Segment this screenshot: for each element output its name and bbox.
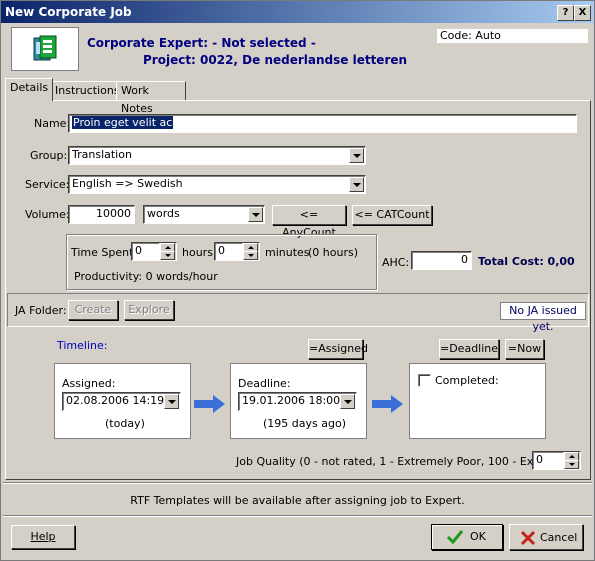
group-select[interactable]: Translation: [68, 146, 366, 165]
ok-button[interactable]: OK: [431, 524, 503, 550]
arrow-right-icon: [372, 395, 403, 413]
help-title-button[interactable]: ?: [557, 5, 574, 21]
timeline-label: Timeline:: [57, 339, 108, 352]
separator: [3, 482, 592, 484]
set-assigned-button[interactable]: =Assigned: [308, 339, 368, 359]
ja-explore-button[interactable]: Explore: [124, 300, 174, 320]
service-dropdown-button[interactable]: [349, 177, 364, 192]
quality-spinner[interactable]: [563, 452, 580, 469]
deadline-date-value: 19.01.2006 18:00: [242, 394, 341, 407]
arrow-right-icon: [194, 395, 225, 413]
volume-unit-select[interactable]: words: [143, 205, 265, 224]
name-label: Name:: [34, 117, 71, 130]
catcount-button[interactable]: <= CATCount: [352, 205, 432, 225]
volume-input[interactable]: 10000: [68, 205, 135, 224]
time-spent-label: Time Spent:: [71, 246, 138, 259]
check-icon: [446, 530, 464, 545]
window-title: New Corporate Job: [5, 5, 132, 19]
ja-status: No JA issued yet.: [500, 302, 586, 333]
set-deadline-button[interactable]: =Deadline: [439, 339, 499, 359]
hours-spinner[interactable]: [159, 243, 176, 260]
spin-down-icon[interactable]: [564, 460, 579, 469]
cancel-button[interactable]: Cancel: [509, 524, 583, 550]
rtf-note: RTF Templates will be available after as…: [130, 494, 465, 507]
deadline-dropdown-button[interactable]: [340, 394, 355, 409]
deadline-date-picker[interactable]: 19.01.2006 18:00: [238, 392, 357, 411]
hours-label: hours: [182, 246, 213, 259]
spin-down-icon[interactable]: [243, 251, 258, 260]
total-cost: Total Cost: 0,00: [478, 255, 575, 268]
minutes-input[interactable]: 0: [214, 242, 260, 261]
assigned-date-value: 02.08.2006 14:19: [66, 394, 165, 407]
expert-image-frame: [11, 27, 79, 71]
job-icon: [33, 35, 57, 61]
minutes-label: minutes: [265, 246, 310, 259]
ahc-input[interactable]: 0: [411, 251, 472, 270]
service-select[interactable]: English => Swedish: [68, 175, 366, 194]
dialog-window: New Corporate Job ? X Corporate Expert: …: [0, 0, 595, 561]
separator: [3, 515, 592, 517]
job-quality-input[interactable]: 0: [532, 451, 581, 470]
tab-instructions[interactable]: Instructions: [50, 81, 120, 100]
hours-total: (0 hours): [308, 246, 359, 259]
job-quality-value: 0: [536, 453, 543, 466]
group-value: Translation: [72, 148, 132, 161]
expert-label: Corporate Expert: - Not selected -: [87, 36, 316, 50]
group-dropdown-button[interactable]: [349, 148, 364, 163]
title-bar[interactable]: New Corporate Job ? X: [1, 1, 594, 23]
assigned-label: Assigned:: [62, 377, 116, 390]
volume-label: Volume:: [25, 208, 70, 221]
name-value: Proin eget velit ac: [72, 116, 174, 129]
service-value: English => Swedish: [72, 177, 183, 190]
productivity-label: Productivity: 0 words/hour: [74, 270, 218, 283]
ok-label: OK: [470, 530, 486, 543]
minutes-value: 0: [218, 244, 225, 257]
assigned-date-picker[interactable]: 02.08.2006 14:19: [62, 392, 181, 411]
code-field: Code: Auto: [437, 29, 588, 43]
cancel-label: Cancel: [540, 531, 578, 544]
completed-label: Completed:: [435, 374, 499, 387]
deadline-label: Deadline:: [238, 377, 291, 390]
completed-checkbox[interactable]: [418, 374, 431, 387]
project-label: Project: 0022, De nederlandse letteren: [143, 53, 408, 67]
hours-input[interactable]: 0: [131, 242, 177, 261]
set-now-button[interactable]: =Now: [505, 339, 544, 359]
assigned-note: (today): [105, 417, 145, 430]
tab-work-notes[interactable]: Work Notes: [116, 81, 186, 115]
close-title-button[interactable]: X: [574, 5, 591, 21]
ahc-label: AHC:: [382, 256, 410, 269]
hours-value: 0: [135, 244, 142, 257]
minutes-spinner[interactable]: [242, 243, 259, 260]
help-button[interactable]: Help: [11, 525, 75, 549]
deadline-note: (195 days ago): [263, 417, 346, 430]
ja-folder-label: JA Folder:: [15, 304, 67, 317]
cross-icon: [520, 530, 536, 546]
spin-down-icon[interactable]: [160, 251, 175, 260]
chevron-down-icon: [344, 400, 352, 404]
tab-details[interactable]: Details: [5, 78, 53, 101]
name-input[interactable]: Proin eget velit ac: [68, 114, 577, 133]
chevron-down-icon: [252, 213, 260, 217]
anycount-button[interactable]: <= AnyCount: [272, 205, 346, 239]
group-label: Group:: [30, 149, 68, 162]
ja-create-button[interactable]: Create: [68, 300, 118, 320]
chevron-down-icon: [353, 154, 361, 158]
service-label: Service:: [25, 178, 70, 191]
chevron-down-icon: [168, 400, 176, 404]
chevron-down-icon: [353, 183, 361, 187]
assigned-dropdown-button[interactable]: [164, 394, 179, 409]
volume-unit-value: words: [147, 207, 180, 220]
job-quality-label: Job Quality (0 - not rated, 1 - Extremel…: [236, 455, 579, 468]
unit-dropdown-button[interactable]: [248, 207, 263, 222]
